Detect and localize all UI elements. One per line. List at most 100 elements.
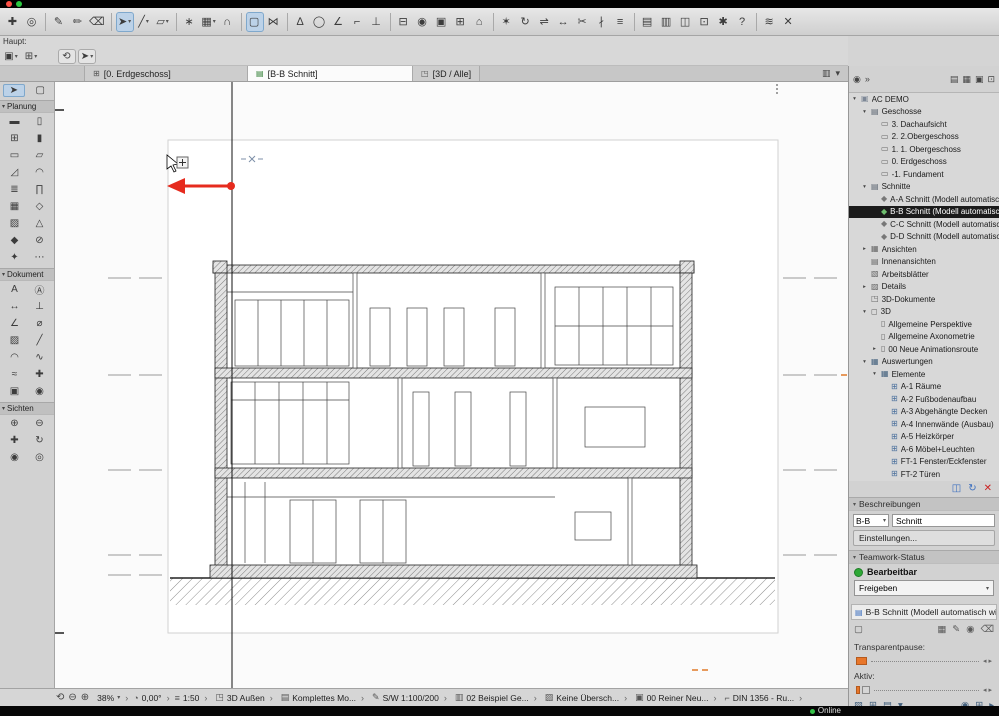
statusbar-context-item[interactable]: ◳ 3D Außen [199, 692, 264, 703]
tree-item[interactable]: ◆ D-D Schnitt (Modell automatisch wie... [849, 231, 999, 244]
section-name-input[interactable]: Schnitt [892, 514, 995, 527]
tree-item[interactable]: ▸ ▦ Ansichten [849, 243, 999, 256]
toolbar-icon[interactable] [45, 12, 46, 31]
aktiv-slider[interactable] [856, 685, 992, 695]
toolbar-icon[interactable]: ⊞ [452, 12, 470, 32]
toolbar-icon[interactable]: ≡ [612, 12, 630, 32]
panel-tool-icon[interactable]: ⌫ [981, 624, 994, 635]
tree-item[interactable]: ▸ ▯ 00 Neue Animationsroute [849, 343, 999, 356]
toolbar-icon[interactable] [240, 12, 242, 31]
toolbar-icon[interactable]: ↔ [555, 12, 573, 32]
design-tool-button[interactable]: ◇ [29, 200, 51, 213]
toolbar-icon[interactable]: ◎ [23, 12, 41, 32]
design-tool-button[interactable]: ◿ [4, 166, 26, 179]
disclosure-arrow-icon[interactable]: ▸ [871, 346, 878, 352]
toolbar-icon[interactable]: ⌂ [471, 12, 489, 32]
design-tool-button[interactable]: ⋯ [29, 251, 51, 264]
toolbar-icon[interactable]: ✕ [780, 12, 798, 32]
navigator-map-icon[interactable]: ▤ [950, 74, 959, 85]
toolbar-icon[interactable] [110, 12, 112, 31]
disclosure-arrow-icon[interactable]: ▾ [851, 96, 858, 102]
design-tool-button[interactable]: ≣ [4, 183, 26, 196]
secondary-toolbar-icon[interactable]: ▣ ▾ [2, 49, 20, 64]
drawing-canvas[interactable] [55, 82, 848, 688]
scale-control[interactable]: ≡ 1:50 [175, 693, 200, 703]
design-tool-button[interactable]: ▭ [4, 149, 26, 162]
tree-item[interactable]: ⊞ A-1 Räume [849, 381, 999, 394]
toolbar-icon[interactable]: ◯ [311, 12, 329, 32]
toolbar-icon[interactable]: ▤ [639, 12, 657, 32]
section-id-select[interactable]: B-B [853, 514, 889, 527]
design-tool-button[interactable]: ▬ [4, 115, 26, 128]
view-tool-button[interactable]: ⊕ [4, 417, 26, 430]
toolbar-icon[interactable]: ∤ [593, 12, 611, 32]
teamwork-header[interactable]: Teamwork-Status [849, 550, 999, 564]
document-tool-button[interactable]: ∠ [4, 317, 26, 330]
tree-item[interactable]: ◆ C-C Schnitt (Modell automatisch wi... [849, 218, 999, 231]
toolbar-icon[interactable]: ⌐ [349, 12, 367, 32]
document-tool-button[interactable]: ▨ [4, 334, 26, 347]
rotation-control[interactable]: ◔ 0,00° [133, 693, 161, 703]
design-tool-button[interactable]: △ [29, 217, 51, 230]
tree-item[interactable]: ▾ ▤ Geschosse [849, 106, 999, 119]
tree-item[interactable]: ▾ ▦ Auswertungen [849, 356, 999, 369]
toolbar-icon[interactable]: ⌫ [88, 12, 107, 32]
toolbar-icon[interactable]: ◉ [414, 12, 432, 32]
toolbar-icon[interactable]: ⋈ [265, 12, 283, 32]
tree-item[interactable]: ⊞ A-5 Heizkörper [849, 431, 999, 444]
toolbar-icon[interactable]: ✶ [498, 12, 516, 32]
disclosure-arrow-icon[interactable]: ▾ [861, 309, 868, 315]
toolbar-icon[interactable]: ∗ [181, 12, 199, 32]
select-tool-button[interactable]: ▢ [30, 84, 51, 97]
disclosure-arrow-icon[interactable]: ▾ [871, 371, 878, 377]
view-tab[interactable]: ⊞ [0. Erdgeschoss] [84, 66, 248, 81]
view-tool-button[interactable]: ◉ [4, 451, 26, 464]
document-tool-button[interactable]: ╱ [29, 334, 51, 347]
toolbar-icon[interactable] [175, 12, 177, 31]
design-tool-button[interactable]: ◆ [4, 234, 26, 247]
disclosure-arrow-icon[interactable]: ▸ [861, 284, 868, 290]
einstellungen-button[interactable]: Einstellungen... [853, 530, 995, 546]
document-tool-button[interactable]: ▣ [4, 385, 26, 398]
toolbar-icon[interactable]: ▣ [433, 12, 451, 32]
toolbar-icon[interactable]: ▦ ▾ [200, 12, 218, 32]
tree-item[interactable]: ⊞ A-6 Möbel+Leuchten [849, 443, 999, 456]
tree-item[interactable]: ▤ Innenansichten [849, 256, 999, 269]
design-tool-button[interactable]: ▨ [4, 217, 26, 230]
statusbar-context-item[interactable]: ⌐ DIN 1356 - Ru... [708, 693, 794, 703]
document-tool-button[interactable]: ↔ [4, 300, 26, 313]
tree-item[interactable]: ▸ ▨ Details [849, 281, 999, 294]
tree-item[interactable]: ⊞ A-4 Innenwände (Ausbau) [849, 418, 999, 431]
tree-item[interactable]: ⊞ FT-1 Fenster/Eckfenster [849, 456, 999, 469]
tree-item[interactable]: ▭ 2. 2.Obergeschoss [849, 131, 999, 144]
toolbar-icon[interactable]: ? [734, 12, 752, 32]
view-tool-button[interactable]: ✚ [4, 434, 26, 447]
tree-item[interactable]: ▯ Allgemeine Perspektive [849, 318, 999, 331]
toolbar-icon[interactable]: ∩ [219, 12, 237, 32]
panel-tool-icon[interactable]: ▦ [937, 624, 946, 635]
navigator-action-icon[interactable]: ◫ [952, 484, 961, 494]
view-tab[interactable]: ▤ [B-B Schnitt] [247, 66, 413, 81]
panel-tool-icon[interactable]: ▢ [854, 624, 863, 635]
secondary-toolbar-icon[interactable]: ⊞ ▾ [22, 49, 40, 64]
design-tool-button[interactable]: ▱ [29, 149, 51, 162]
document-tool-button[interactable]: ⊥ [29, 300, 51, 313]
design-tool-button[interactable]: ⊞ [4, 132, 26, 145]
design-tool-button[interactable]: ▮ [29, 132, 51, 145]
tab-overflow-icon[interactable]: ▾ [835, 68, 840, 79]
toolbar-icon[interactable]: ↻ [517, 12, 535, 32]
document-tool-button[interactable]: ✚ [29, 368, 51, 381]
tree-item[interactable]: ▭ 3. Dachaufsicht [849, 118, 999, 131]
statusbar-nav-icon[interactable]: ⟲ [56, 692, 64, 703]
close-window-button[interactable] [6, 1, 12, 7]
tree-item[interactable]: ▾ ◻ 3D [849, 306, 999, 319]
document-tool-button[interactable]: A [4, 283, 26, 296]
disclosure-arrow-icon[interactable]: ▸ [861, 246, 868, 252]
toolbar-icon[interactable] [755, 12, 757, 31]
toolbar-icon[interactable]: ⇌ [536, 12, 554, 32]
tree-item[interactable]: ▾ ▣ AC DEMO [849, 93, 999, 106]
view-tool-button[interactable]: ⊖ [29, 417, 51, 430]
secondary-toolbar-icon[interactable] [42, 49, 56, 64]
navigator-nav-icon[interactable]: ◉ [853, 74, 861, 85]
toolbar-icon[interactable]: ▥ [658, 12, 676, 32]
